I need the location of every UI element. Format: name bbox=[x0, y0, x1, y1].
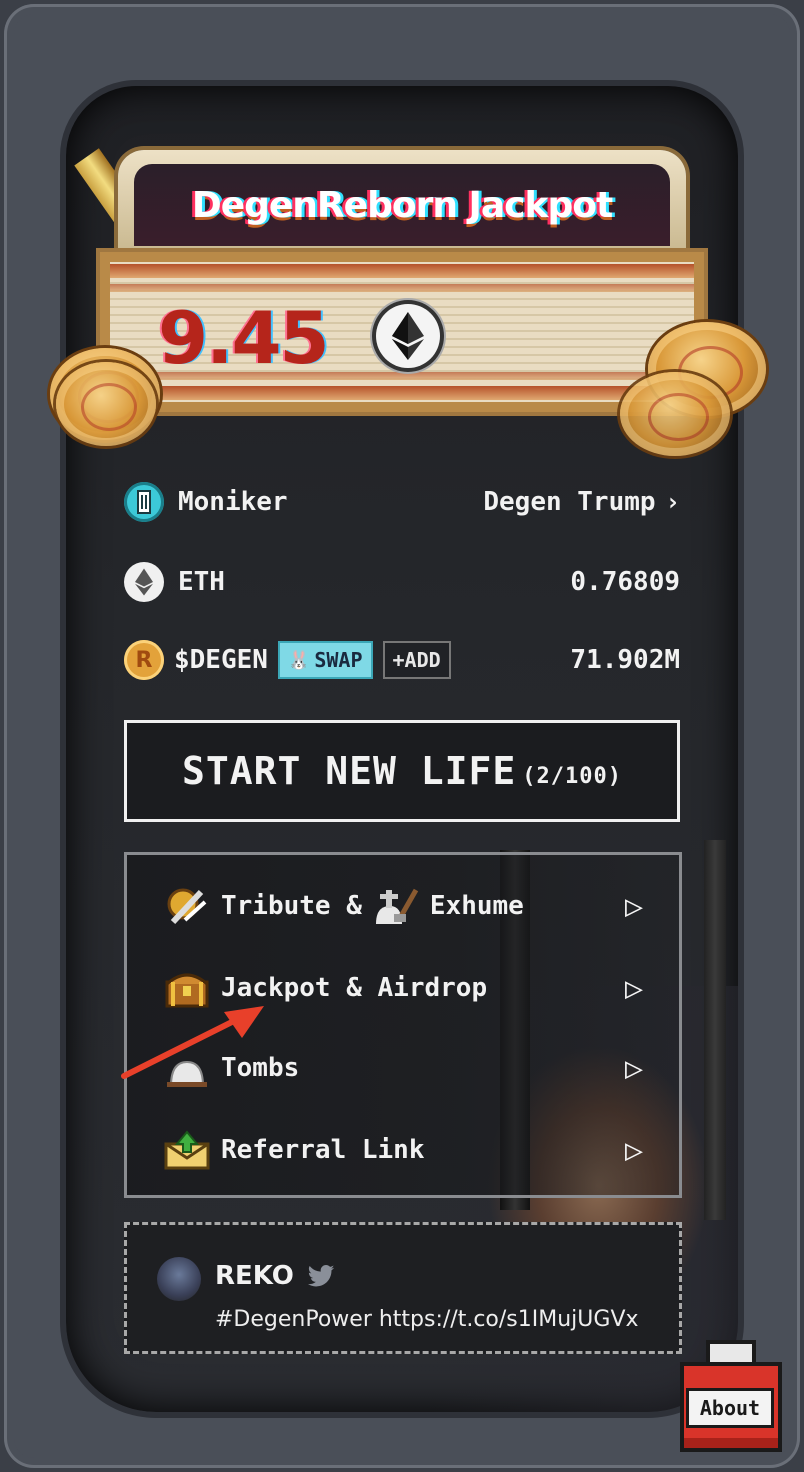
degen-row: R $DEGEN 🐰 SWAP +ADD 71.902M bbox=[124, 638, 680, 682]
moniker-value: Degen Trump bbox=[483, 487, 656, 517]
annotation-arrow bbox=[121, 1006, 264, 1079]
start-label: START NEW LIFE bbox=[181, 749, 517, 793]
jackpot-airdrop-label: Jackpot & Airdrop bbox=[221, 973, 488, 1003]
tribute-icon bbox=[163, 882, 211, 930]
tribute-label: Tribute & bbox=[221, 891, 362, 921]
eth-row: ETH 0.76809 bbox=[124, 560, 680, 604]
exhume-label: Exhume bbox=[429, 891, 524, 921]
about-label: About bbox=[686, 1388, 774, 1428]
degen-balance: 71.902M bbox=[570, 645, 680, 675]
add-token-button[interactable]: +ADD bbox=[382, 641, 451, 679]
gold-coin-icon bbox=[620, 372, 730, 456]
prison-bar bbox=[704, 840, 726, 1220]
jackpot-title-box: DegenReborn Jackpot bbox=[118, 150, 686, 254]
play-arrow-icon: ▷ bbox=[624, 970, 643, 1006]
play-arrow-icon: ▷ bbox=[624, 1050, 643, 1086]
play-arrow-icon: ▷ bbox=[624, 1132, 643, 1168]
tweet-card[interactable]: REKO #DegenPower https://t.co/s1IMujUGVx bbox=[124, 1222, 682, 1354]
eth-icon bbox=[124, 562, 164, 602]
play-arrow-icon: ▷ bbox=[624, 888, 643, 924]
tweet-text: #DegenPower https://t.co/s1IMujUGVx bbox=[215, 1307, 639, 1332]
degen-coin-icon: R bbox=[124, 640, 164, 680]
start-count: (2/100) bbox=[522, 763, 622, 789]
exhume-icon bbox=[372, 882, 420, 930]
gold-coin-icon bbox=[56, 362, 156, 446]
tweet-author: REKO bbox=[215, 1261, 294, 1291]
eth-label: ETH bbox=[178, 567, 225, 597]
jackpot-title: DegenReborn Jackpot bbox=[191, 184, 613, 226]
eth-balance: 0.76809 bbox=[570, 567, 680, 597]
pancake-bunny-icon: 🐰 bbox=[287, 649, 311, 671]
envelope-icon bbox=[163, 1126, 211, 1174]
start-new-life-button[interactable]: START NEW LIFE (2/100) bbox=[124, 720, 680, 822]
jackpot-amount: 9.45 bbox=[158, 296, 330, 380]
moniker-row[interactable]: Moniker Degen Trump › bbox=[124, 480, 680, 524]
avatar bbox=[157, 1257, 201, 1301]
about-button[interactable]: About bbox=[680, 1340, 782, 1452]
chevron-right-icon: › bbox=[665, 488, 680, 516]
degen-label: $DEGEN bbox=[174, 645, 268, 675]
menu-item-referral-link[interactable]: Referral Link ▷ bbox=[163, 1125, 643, 1175]
twitter-icon bbox=[307, 1265, 335, 1287]
swap-button[interactable]: 🐰 SWAP bbox=[277, 641, 373, 679]
swap-label: SWAP bbox=[314, 648, 363, 672]
menu-item-tribute-exhume[interactable]: Tribute & Exhume ▷ bbox=[163, 881, 643, 931]
moniker-label: Moniker bbox=[178, 487, 288, 517]
jackpot-banner: DegenReborn Jackpot 9.45 bbox=[50, 136, 766, 456]
eth-icon bbox=[376, 304, 440, 368]
moniker-icon bbox=[124, 482, 164, 522]
referral-label: Referral Link bbox=[221, 1135, 425, 1165]
